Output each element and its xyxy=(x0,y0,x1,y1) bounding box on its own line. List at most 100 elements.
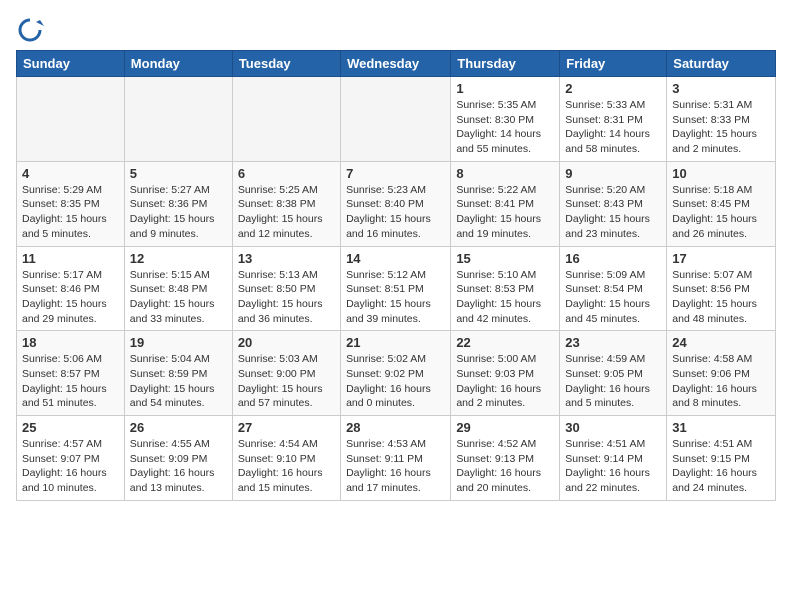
calendar-cell: 12 Sunrise: 5:15 AMSunset: 8:48 PMDayligh… xyxy=(124,246,232,331)
calendar-cell: 4 Sunrise: 5:29 AMSunset: 8:35 PMDaylight… xyxy=(17,161,125,246)
day-info: Sunrise: 4:54 AMSunset: 9:10 PMDaylight:… xyxy=(238,437,335,496)
day-info: Sunrise: 5:13 AMSunset: 8:50 PMDaylight:… xyxy=(238,268,335,327)
day-info: Sunrise: 5:04 AMSunset: 8:59 PMDaylight:… xyxy=(130,352,227,411)
calendar-cell: 1Sunrise: 5:35 AMSunset: 8:30 PMDaylight… xyxy=(451,77,560,162)
calendar-cell: 25Sunrise: 4:57 AMSunset: 9:07 PMDayligh… xyxy=(17,416,125,501)
day-info: Sunrise: 5:18 AMSunset: 8:45 PMDaylight:… xyxy=(672,183,770,242)
day-number: 9 xyxy=(565,166,661,181)
day-info: Sunrise: 5:07 AMSunset: 8:56 PMDaylight:… xyxy=(672,268,770,327)
day-number: 24 xyxy=(672,335,770,350)
day-info: Sunrise: 4:55 AMSunset: 9:09 PMDaylight:… xyxy=(130,437,227,496)
day-info: Sunrise: 4:52 AMSunset: 9:13 PMDaylight:… xyxy=(456,437,554,496)
calendar-cell: 3 Sunrise: 5:31 AMSunset: 8:33 PMDaylight… xyxy=(667,77,776,162)
day-number: 1 xyxy=(456,81,554,96)
day-number: 10 xyxy=(672,166,770,181)
calendar-cell: 21 Sunrise: 5:02 AMSunset: 9:02 PMDayligh… xyxy=(341,331,451,416)
day-info: Sunrise: 4:59 AMSunset: 9:05 PMDaylight:… xyxy=(565,352,661,411)
calendar-cell: 11 Sunrise: 5:17 AMSunset: 8:46 PMDayligh… xyxy=(17,246,125,331)
calendar-cell: 16 Sunrise: 5:09 AMSunset: 8:54 PMDayligh… xyxy=(560,246,667,331)
calendar-cell: 24 Sunrise: 4:58 AMSunset: 9:06 PMDayligh… xyxy=(667,331,776,416)
calendar-cell xyxy=(341,77,451,162)
day-info: Sunrise: 5:10 AMSunset: 8:53 PMDaylight:… xyxy=(456,268,554,327)
day-info: Sunrise: 5:23 AMSunset: 8:40 PMDaylight:… xyxy=(346,183,445,242)
week-row-5: 25Sunrise: 4:57 AMSunset: 9:07 PMDayligh… xyxy=(17,416,776,501)
day-number: 15 xyxy=(456,251,554,266)
day-number: 11 xyxy=(22,251,119,266)
day-number: 4 xyxy=(22,166,119,181)
day-number: 7 xyxy=(346,166,445,181)
day-number: 19 xyxy=(130,335,227,350)
calendar-cell: 31Sunrise: 4:51 AMSunset: 9:15 PMDayligh… xyxy=(667,416,776,501)
calendar-cell: 9 Sunrise: 5:20 AMSunset: 8:43 PMDaylight… xyxy=(560,161,667,246)
day-info: Sunrise: 4:53 AMSunset: 9:11 PMDaylight:… xyxy=(346,437,445,496)
calendar-cell: 14Sunrise: 5:12 AMSunset: 8:51 PMDayligh… xyxy=(341,246,451,331)
calendar-cell: 10 Sunrise: 5:18 AMSunset: 8:45 PMDayligh… xyxy=(667,161,776,246)
week-row-1: 1Sunrise: 5:35 AMSunset: 8:30 PMDaylight… xyxy=(17,77,776,162)
day-number: 3 xyxy=(672,81,770,96)
day-info: Sunrise: 4:51 AMSunset: 9:14 PMDaylight:… xyxy=(565,437,661,496)
calendar-cell: 22 Sunrise: 5:00 AMSunset: 9:03 PMDayligh… xyxy=(451,331,560,416)
logo xyxy=(16,16,48,44)
calendar-table: SundayMondayTuesdayWednesdayThursdayFrid… xyxy=(16,50,776,501)
day-number: 22 xyxy=(456,335,554,350)
weekday-header-saturday: Saturday xyxy=(667,51,776,77)
calendar-cell: 15 Sunrise: 5:10 AMSunset: 8:53 PMDayligh… xyxy=(451,246,560,331)
weekday-header-row: SundayMondayTuesdayWednesdayThursdayFrid… xyxy=(17,51,776,77)
day-number: 16 xyxy=(565,251,661,266)
weekday-header-sunday: Sunday xyxy=(17,51,125,77)
calendar-cell: 28Sunrise: 4:53 AMSunset: 9:11 PMDayligh… xyxy=(341,416,451,501)
day-number: 25 xyxy=(22,420,119,435)
day-info: Sunrise: 5:20 AMSunset: 8:43 PMDaylight:… xyxy=(565,183,661,242)
day-number: 12 xyxy=(130,251,227,266)
calendar-cell: 18Sunrise: 5:06 AMSunset: 8:57 PMDayligh… xyxy=(17,331,125,416)
calendar-cell: 27 Sunrise: 4:54 AMSunset: 9:10 PMDayligh… xyxy=(232,416,340,501)
weekday-header-friday: Friday xyxy=(560,51,667,77)
day-number: 17 xyxy=(672,251,770,266)
day-number: 29 xyxy=(456,420,554,435)
day-number: 27 xyxy=(238,420,335,435)
day-info: Sunrise: 5:31 AMSunset: 8:33 PMDaylight:… xyxy=(672,98,770,157)
day-info: Sunrise: 5:22 AMSunset: 8:41 PMDaylight:… xyxy=(456,183,554,242)
day-info: Sunrise: 5:17 AMSunset: 8:46 PMDaylight:… xyxy=(22,268,119,327)
day-info: Sunrise: 5:03 AMSunset: 9:00 PMDaylight:… xyxy=(238,352,335,411)
calendar-cell xyxy=(17,77,125,162)
day-number: 13 xyxy=(238,251,335,266)
day-number: 2 xyxy=(565,81,661,96)
calendar-cell: 6 Sunrise: 5:25 AMSunset: 8:38 PMDaylight… xyxy=(232,161,340,246)
weekday-header-thursday: Thursday xyxy=(451,51,560,77)
calendar-cell: 5 Sunrise: 5:27 AMSunset: 8:36 PMDaylight… xyxy=(124,161,232,246)
weekday-header-tuesday: Tuesday xyxy=(232,51,340,77)
week-row-4: 18Sunrise: 5:06 AMSunset: 8:57 PMDayligh… xyxy=(17,331,776,416)
week-row-2: 4 Sunrise: 5:29 AMSunset: 8:35 PMDaylight… xyxy=(17,161,776,246)
day-number: 21 xyxy=(346,335,445,350)
page-header xyxy=(16,16,776,44)
day-info: Sunrise: 5:33 AMSunset: 8:31 PMDaylight:… xyxy=(565,98,661,157)
day-number: 6 xyxy=(238,166,335,181)
day-number: 14 xyxy=(346,251,445,266)
day-number: 18 xyxy=(22,335,119,350)
day-number: 8 xyxy=(456,166,554,181)
calendar-cell: 7 Sunrise: 5:23 AMSunset: 8:40 PMDaylight… xyxy=(341,161,451,246)
week-row-3: 11 Sunrise: 5:17 AMSunset: 8:46 PMDayligh… xyxy=(17,246,776,331)
calendar-cell: 20 Sunrise: 5:03 AMSunset: 9:00 PMDayligh… xyxy=(232,331,340,416)
day-number: 5 xyxy=(130,166,227,181)
calendar-cell: 19 Sunrise: 5:04 AMSunset: 8:59 PMDayligh… xyxy=(124,331,232,416)
weekday-header-monday: Monday xyxy=(124,51,232,77)
day-info: Sunrise: 5:15 AMSunset: 8:48 PMDaylight:… xyxy=(130,268,227,327)
calendar-cell xyxy=(232,77,340,162)
day-info: Sunrise: 5:27 AMSunset: 8:36 PMDaylight:… xyxy=(130,183,227,242)
calendar-cell xyxy=(124,77,232,162)
day-info: Sunrise: 5:29 AMSunset: 8:35 PMDaylight:… xyxy=(22,183,119,242)
logo-icon xyxy=(16,16,44,44)
day-info: Sunrise: 5:00 AMSunset: 9:03 PMDaylight:… xyxy=(456,352,554,411)
calendar-cell: 8 Sunrise: 5:22 AMSunset: 8:41 PMDaylight… xyxy=(451,161,560,246)
calendar-cell: 23Sunrise: 4:59 AMSunset: 9:05 PMDayligh… xyxy=(560,331,667,416)
weekday-header-wednesday: Wednesday xyxy=(341,51,451,77)
day-info: Sunrise: 5:25 AMSunset: 8:38 PMDaylight:… xyxy=(238,183,335,242)
day-number: 26 xyxy=(130,420,227,435)
day-number: 20 xyxy=(238,335,335,350)
day-info: Sunrise: 5:02 AMSunset: 9:02 PMDaylight:… xyxy=(346,352,445,411)
day-info: Sunrise: 4:58 AMSunset: 9:06 PMDaylight:… xyxy=(672,352,770,411)
day-number: 30 xyxy=(565,420,661,435)
day-info: Sunrise: 5:09 AMSunset: 8:54 PMDaylight:… xyxy=(565,268,661,327)
